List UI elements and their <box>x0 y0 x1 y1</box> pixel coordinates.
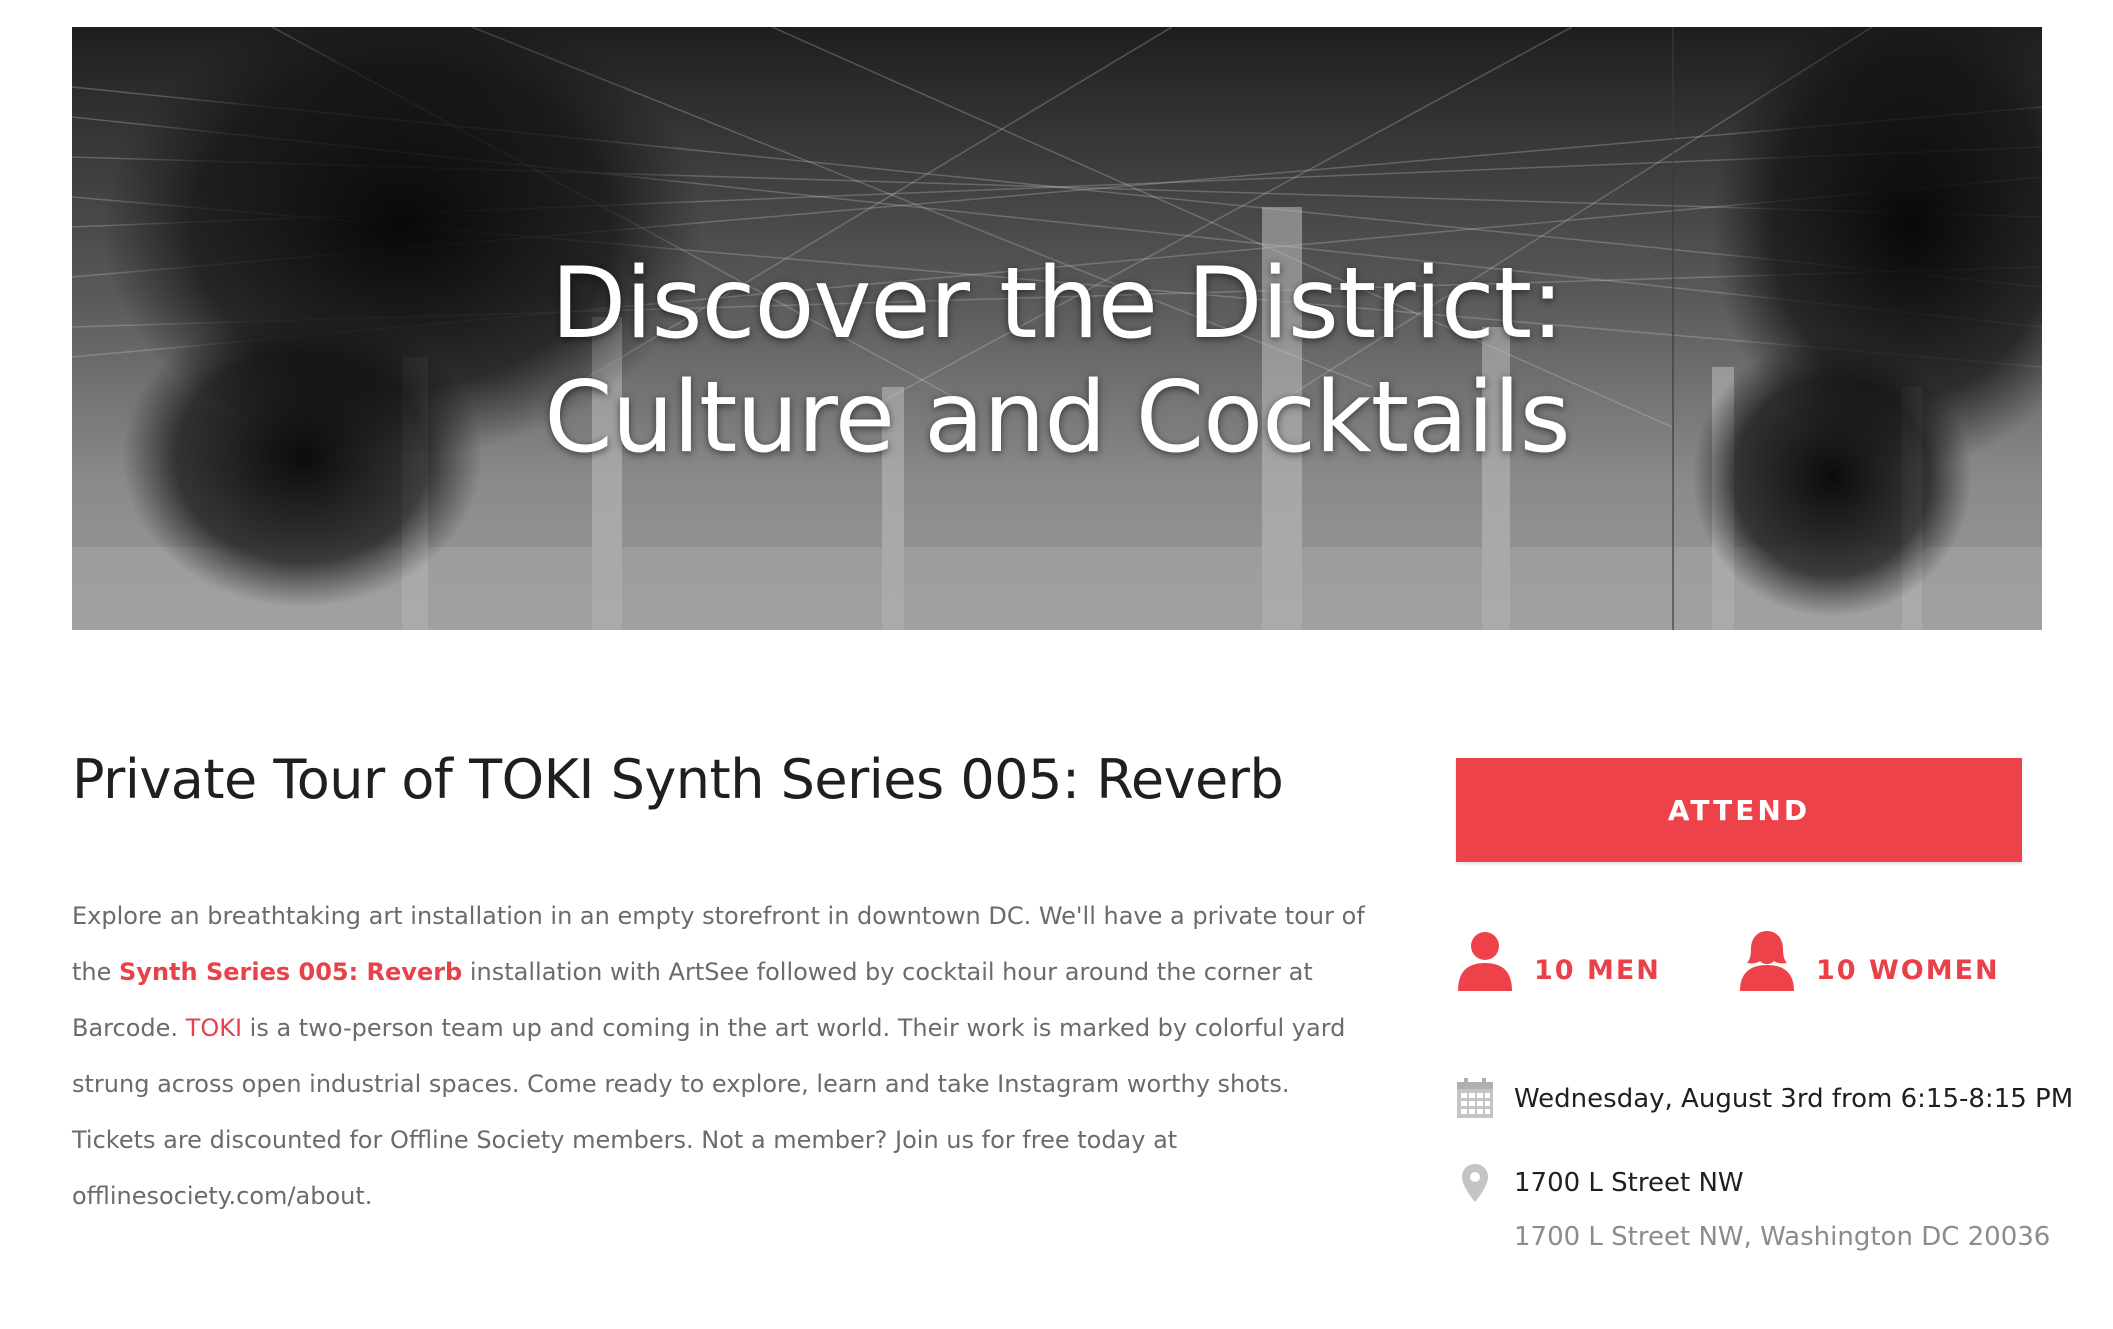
women-slots: 10 WOMEN <box>1738 928 2000 992</box>
women-count-label: 10 WOMEN <box>1816 954 2000 986</box>
synth-series-link[interactable]: Synth Series 005: Reverb <box>119 958 462 986</box>
event-date: Wednesday, August 3rd from 6:15-8:15 PM <box>1456 1078 2073 1120</box>
hero-title-line-2: Culture and Cocktails <box>544 361 1570 475</box>
person-icon <box>1458 932 1512 991</box>
calendar-icon <box>1457 1078 1493 1118</box>
map-pin-icon <box>1462 1164 1488 1202</box>
event-title: Private Tour of TOKI Synth Series 005: R… <box>72 748 1284 811</box>
description-text-3: is a two-person team up and coming in th… <box>72 1014 1346 1210</box>
attend-button[interactable]: ATTEND <box>1456 758 2022 862</box>
person-female-icon <box>1740 931 1794 991</box>
men-count-label: 10 MEN <box>1534 954 1661 986</box>
event-location-text: 1700 L Street NW 1700 L Street NW, Washi… <box>1514 1162 2050 1258</box>
hero-title-line-1: Discover the District: <box>550 247 1564 361</box>
hero-banner: Discover the District: Culture and Cockt… <box>72 27 2042 630</box>
event-location: 1700 L Street NW 1700 L Street NW, Washi… <box>1456 1162 2050 1258</box>
venue-name: 1700 L Street NW <box>1514 1168 1744 1198</box>
toki-link[interactable]: TOKI <box>186 1014 242 1042</box>
venue-address: 1700 L Street NW, Washington DC 20036 <box>1514 1222 2051 1252</box>
event-description: Explore an breathtaking art installation… <box>72 888 1372 1224</box>
event-date-text: Wednesday, August 3rd from 6:15-8:15 PM <box>1514 1084 2074 1114</box>
men-slots: 10 MEN <box>1456 928 1661 992</box>
hero-title: Discover the District: Culture and Cockt… <box>72 247 2042 475</box>
